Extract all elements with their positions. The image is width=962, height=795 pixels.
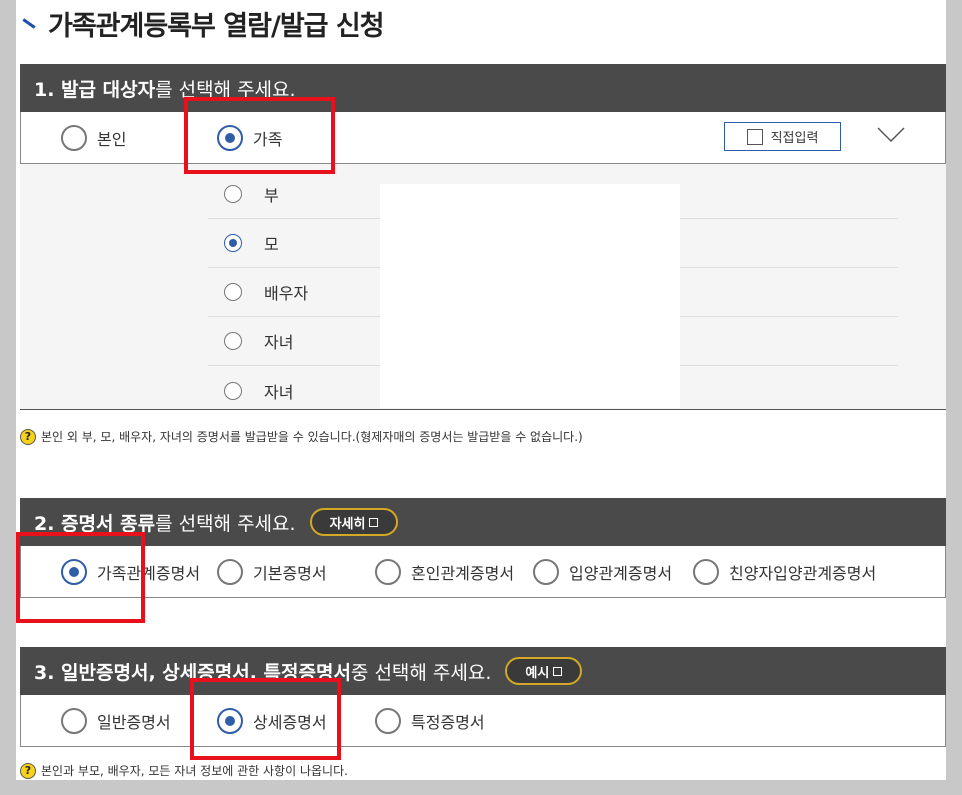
external-link-icon bbox=[369, 517, 379, 527]
radio-marriage-cert[interactable]: 혼인관계증명서 bbox=[375, 558, 515, 585]
radio-self-label: 본인 bbox=[97, 129, 127, 149]
page-title-text: 가족관계등록부 열람/발급 신청 bbox=[48, 10, 385, 42]
highlight-box-detailed-cert bbox=[190, 678, 341, 760]
family-label-mother: 모 bbox=[264, 235, 279, 254]
help-icon: ? bbox=[20, 762, 36, 779]
page-panel: 가족관계등록부 열람/발급 신청 1. 발급 대상자 를 선택해 주세요. 본인 … bbox=[16, 0, 946, 780]
section1-title: 1. 발급 대상자 bbox=[34, 78, 156, 101]
radio-specific-cert-circle[interactable] bbox=[375, 707, 401, 734]
radio-general-cert-label: 일반증명서 bbox=[97, 712, 171, 732]
radio-adoption-cert-circle[interactable] bbox=[533, 558, 559, 585]
external-link-icon bbox=[553, 666, 563, 676]
section2-options-row: 가족관계증명서 기본증명서 혼인관계증명서 입양관계증명서 친양자입양관계증명서 bbox=[20, 546, 946, 598]
radio-full-adoption-cert[interactable]: 친양자입양관계증명서 bbox=[693, 558, 877, 585]
details-button-label: 자세히 bbox=[329, 516, 366, 532]
radio-adoption-cert-label: 입양관계증명서 bbox=[569, 563, 673, 583]
radio-self-circle[interactable] bbox=[61, 124, 87, 151]
section1-options-row: 본인 가족 직접입력 bbox=[20, 112, 946, 164]
section1-note-text: 본인 외 부, 모, 배우자, 자녀의 증명서를 발급받을 수 있습니다.(형제… bbox=[41, 430, 583, 444]
section3-options-row: 일반증명서 상세증명서 특정증명서 bbox=[20, 695, 946, 747]
radio-self[interactable]: 본인 bbox=[61, 124, 127, 151]
page-title: 가족관계등록부 열람/발급 신청 bbox=[16, 0, 385, 46]
example-button[interactable]: 예시 bbox=[505, 657, 583, 685]
radio-basic-cert[interactable]: 기본증명서 bbox=[217, 558, 327, 585]
radio-full-adoption-cert-label: 친양자입양관계증명서 bbox=[729, 563, 877, 583]
radio-basic-cert-circle[interactable] bbox=[217, 558, 243, 585]
family-radio-child-1[interactable] bbox=[224, 332, 242, 350]
radio-specific-cert-label: 특정증명서 bbox=[411, 712, 485, 732]
direct-input-button[interactable]: 직접입력 bbox=[724, 122, 841, 151]
section1-header: 1. 발급 대상자 를 선택해 주세요. bbox=[20, 64, 946, 112]
radio-marriage-cert-label: 혼인관계증명서 bbox=[411, 563, 515, 583]
section3-note-text: 본인과 부모, 배우자, 모든 자녀 정보에 관한 사항이 나옵니다. bbox=[41, 764, 348, 778]
family-label-child-2: 자녀 bbox=[264, 382, 294, 402]
family-member-panel: 부 모 배우자 자녀 자녀 bbox=[20, 164, 946, 410]
highlight-box-family-cert bbox=[16, 532, 145, 623]
help-icon: ? bbox=[20, 428, 36, 445]
family-radio-mother[interactable] bbox=[224, 234, 242, 252]
family-label-spouse: 배우자 bbox=[264, 284, 309, 303]
section2-header: 2. 증명서 종류 를 선택해 주세요. 자세히 bbox=[20, 498, 946, 546]
radio-basic-cert-label: 기본증명서 bbox=[253, 563, 327, 583]
section3-note: ? 본인과 부모, 배우자, 모든 자녀 정보에 관한 사항이 나옵니다. bbox=[20, 762, 348, 779]
family-radio-child-2[interactable] bbox=[224, 381, 242, 400]
family-label-father: 부 bbox=[264, 186, 279, 205]
radio-adoption-cert[interactable]: 입양관계증명서 bbox=[533, 558, 673, 585]
radio-full-adoption-cert-circle[interactable] bbox=[693, 558, 719, 585]
example-button-label: 예시 bbox=[525, 665, 550, 681]
radio-general-cert[interactable]: 일반증명서 bbox=[61, 707, 171, 734]
redacted-area bbox=[380, 184, 680, 408]
direct-input-label: 직접입력 bbox=[770, 131, 819, 146]
family-label-child-1: 자녀 bbox=[264, 333, 294, 352]
radio-general-cert-circle[interactable] bbox=[61, 707, 87, 734]
radio-specific-cert[interactable]: 특정증명서 bbox=[375, 707, 485, 734]
section3-header: 3. 일반증명서, 상세증명서, 특정증명서 중 선택해 주세요. 예시 bbox=[20, 647, 946, 695]
section3-title-rest: 중 선택해 주세요. bbox=[350, 661, 492, 684]
title-marker-icon bbox=[22, 17, 36, 29]
radio-marriage-cert-circle[interactable] bbox=[375, 558, 401, 585]
chevron-down-icon[interactable] bbox=[877, 126, 905, 144]
section2-title-rest: 를 선택해 주세요. bbox=[155, 512, 296, 535]
family-radio-spouse[interactable] bbox=[224, 283, 242, 301]
family-radio-father[interactable] bbox=[224, 185, 242, 203]
details-button[interactable]: 자세히 bbox=[309, 508, 399, 536]
highlight-box-family bbox=[184, 97, 335, 174]
section1-note: ? 본인 외 부, 모, 배우자, 자녀의 증명서를 발급받을 수 있습니다.(… bbox=[20, 428, 583, 445]
direct-input-checkbox[interactable] bbox=[746, 128, 763, 145]
